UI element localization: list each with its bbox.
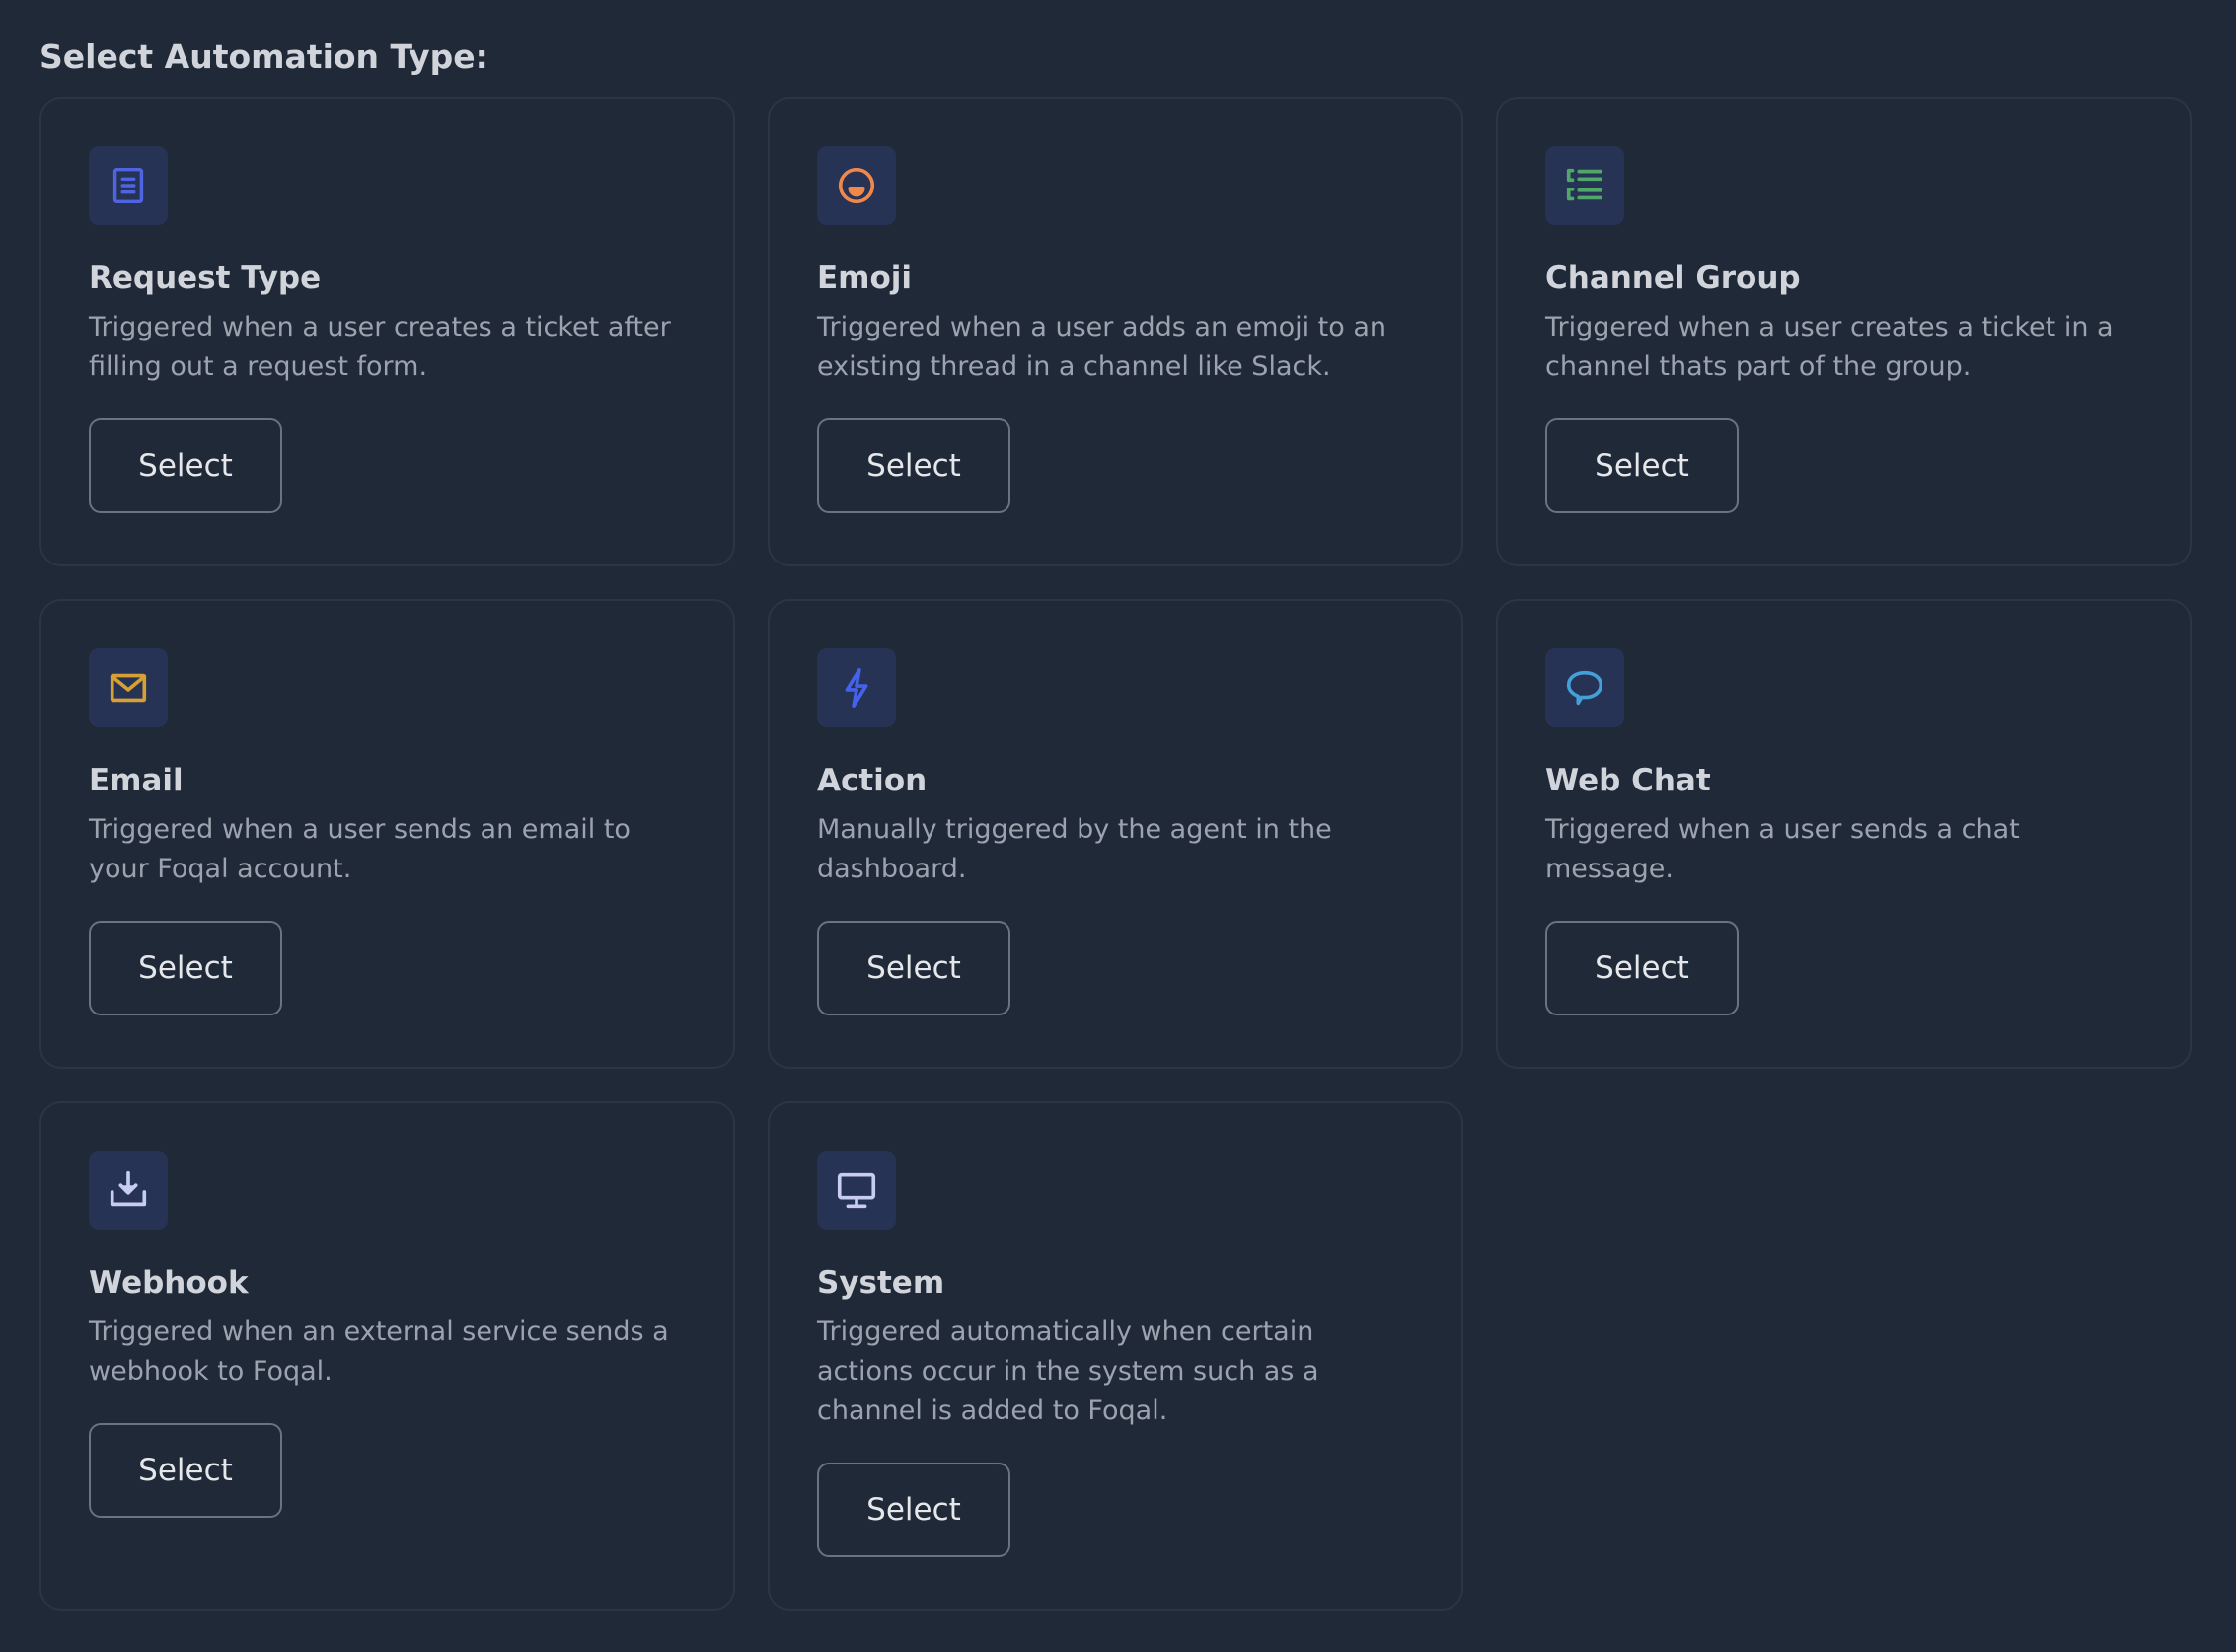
select-email-button[interactable]: Select xyxy=(89,921,282,1015)
envelope-icon xyxy=(89,648,168,727)
card-title: Action xyxy=(817,763,928,798)
card-description: Triggered when a user creates a ticket i… xyxy=(1545,312,2114,382)
select-webhook-button[interactable]: Select xyxy=(89,1423,282,1518)
select-action-button[interactable]: Select xyxy=(817,921,1010,1015)
automation-card-web-chat: Web Chat Triggered when a user sends a c… xyxy=(1496,599,2192,1069)
card-title: Email xyxy=(89,763,184,798)
lightning-icon xyxy=(817,648,896,727)
card-description: Triggered when a user sends a chat messa… xyxy=(1545,814,2020,884)
select-web-chat-button[interactable]: Select xyxy=(1545,921,1739,1015)
card-title: System xyxy=(817,1265,945,1301)
card-description: Manually triggered by the agent in the d… xyxy=(817,814,1332,884)
monitor-icon xyxy=(817,1151,896,1230)
card-title: Channel Group xyxy=(1545,261,1801,296)
card-description: Triggered when an external service sends… xyxy=(89,1316,669,1387)
card-description: Triggered when a user sends an email to … xyxy=(89,814,631,884)
automation-card-action: Action Manually triggered by the agent i… xyxy=(768,599,1463,1069)
select-request-type-button[interactable]: Select xyxy=(89,418,282,513)
automation-card-request-type: Request Type Triggered when a user creat… xyxy=(39,97,735,566)
select-system-button[interactable]: Select xyxy=(817,1463,1010,1557)
document-icon xyxy=(89,146,168,225)
download-icon xyxy=(89,1151,168,1230)
card-title: Web Chat xyxy=(1545,763,1711,798)
page-title: Select Automation Type: xyxy=(39,38,488,76)
card-description: Triggered automatically when certain act… xyxy=(817,1316,1319,1426)
select-channel-group-button[interactable]: Select xyxy=(1545,418,1739,513)
chat-bubble-icon xyxy=(1545,648,1624,727)
select-emoji-button[interactable]: Select xyxy=(817,418,1010,513)
card-title: Webhook xyxy=(89,1265,249,1301)
automation-type-grid: Request Type Triggered when a user creat… xyxy=(39,97,2197,1611)
card-description: Triggered when a user adds an emoji to a… xyxy=(817,312,1387,382)
emoji-icon xyxy=(817,146,896,225)
card-title: Request Type xyxy=(89,261,322,296)
automation-card-email: Email Triggered when a user sends an ema… xyxy=(39,599,735,1069)
card-title: Emoji xyxy=(817,261,913,296)
card-description: Triggered when a user creates a ticket a… xyxy=(89,312,671,382)
automation-card-system: System Triggered automatically when cert… xyxy=(768,1101,1463,1611)
list-icon xyxy=(1545,146,1624,225)
automation-card-channel-group: Channel Group Triggered when a user crea… xyxy=(1496,97,2192,566)
automation-type-page: Select Automation Type: Request Type Tri… xyxy=(0,0,2236,1652)
automation-card-emoji: Emoji Triggered when a user adds an emoj… xyxy=(768,97,1463,566)
automation-card-webhook: Webhook Triggered when an external servi… xyxy=(39,1101,735,1611)
